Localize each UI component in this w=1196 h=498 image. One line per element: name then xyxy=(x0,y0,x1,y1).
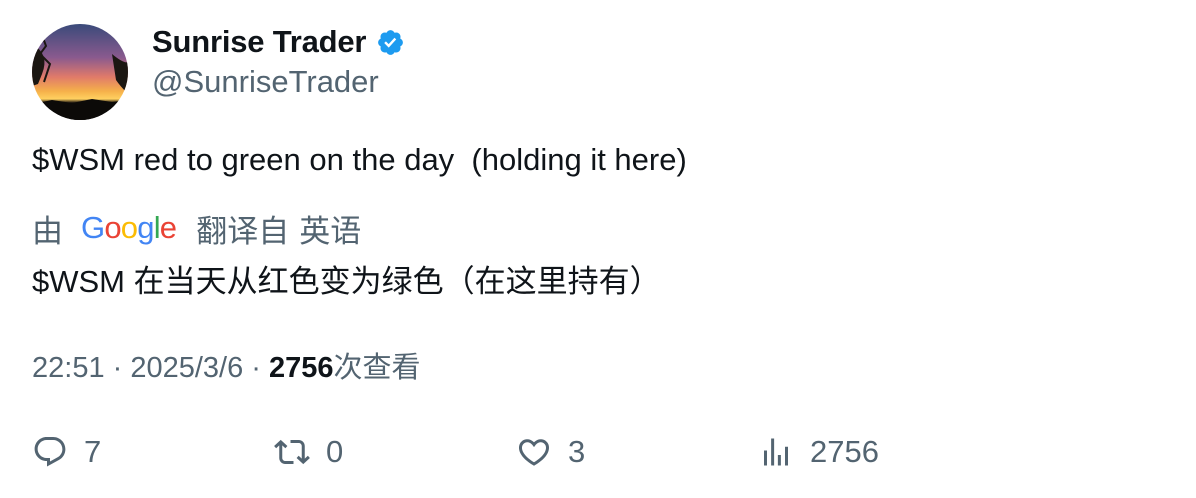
heart-icon xyxy=(518,439,550,466)
views-button[interactable]: 2756 xyxy=(758,430,879,474)
author-display-name[interactable]: Sunrise Trader xyxy=(152,24,366,60)
views-label: 次查看 xyxy=(333,352,421,384)
translated-by-label: 由 xyxy=(32,213,63,249)
tweet-time[interactable]: 22:51 xyxy=(32,352,105,385)
reply-button[interactable]: 7 xyxy=(32,430,101,474)
retweet-count: 0 xyxy=(326,434,344,469)
like-count: 3 xyxy=(568,434,586,469)
author-handle[interactable]: @SunriseTrader xyxy=(152,64,379,100)
meta-separator: · xyxy=(104,352,131,384)
google-logo: Google xyxy=(81,210,177,245)
source-language: 英语 xyxy=(299,213,362,249)
views-count: 2756 xyxy=(269,352,334,384)
author-name-row[interactable]: Sunrise Trader xyxy=(152,22,405,62)
translated-from-label: 翻译自 xyxy=(196,213,290,249)
retweet-icon xyxy=(274,439,310,465)
translated-tweet-text: $WSM 在当天从红色变为绿色（在这里持有） xyxy=(32,264,661,299)
analytics-bar-icon xyxy=(764,438,788,466)
avatar-sunset-image xyxy=(32,24,128,120)
tweet-meta: 22:51 · 2025/3/6 · 2756 次查看 xyxy=(32,344,421,386)
meta-separator: · xyxy=(243,352,270,384)
retweet-button[interactable]: 0 xyxy=(274,430,343,474)
translation-attribution: 由 Google 翻译自 英语 xyxy=(32,208,362,249)
like-button[interactable]: 3 xyxy=(516,430,585,474)
reply-icon xyxy=(34,437,66,467)
tweet-date[interactable]: 2025/3/6 xyxy=(130,352,243,385)
tweet-text: $WSM red to green on the day (holding it… xyxy=(32,142,687,177)
avatar[interactable] xyxy=(32,24,128,120)
reply-count: 7 xyxy=(84,434,102,469)
views-action-count: 2756 xyxy=(810,434,879,469)
verified-badge-icon[interactable] xyxy=(376,28,405,57)
